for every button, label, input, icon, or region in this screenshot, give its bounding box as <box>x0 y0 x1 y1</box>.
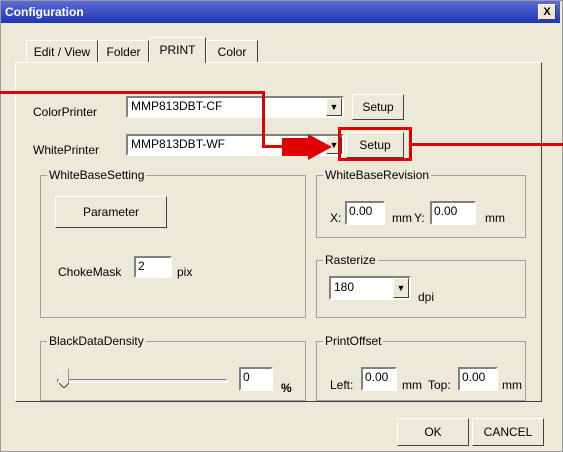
arrow-right-icon <box>282 134 332 160</box>
choke-mask-unit: pix <box>177 265 193 279</box>
offset-left-unit: mm <box>402 378 422 392</box>
chevron-down-icon[interactable]: ▼ <box>393 278 409 298</box>
highlight-box <box>338 127 412 161</box>
white-base-revision-title: WhiteBaseRevision <box>323 168 432 182</box>
annotation-line <box>412 143 563 146</box>
color-printer-select[interactable]: MMP813DBT-CF ▼ <box>126 96 344 118</box>
density-slider-thumb[interactable] <box>58 367 70 389</box>
annotation-line <box>262 91 265 148</box>
choke-mask-label: ChokeMask <box>58 265 122 279</box>
color-printer-label: ColorPrinter <box>33 105 98 119</box>
revision-y-label: Y: <box>414 211 425 225</box>
offset-top-input[interactable]: 0.00 <box>458 367 498 391</box>
tab-color[interactable]: Color <box>206 40 258 62</box>
window-title: Configuration <box>5 5 84 19</box>
white-printer-value: MMP813DBT-WF <box>131 137 226 151</box>
title-bar[interactable]: Configuration X <box>1 1 560 23</box>
offset-top-label: Top: <box>428 378 451 392</box>
offset-left-input[interactable]: 0.00 <box>361 367 397 391</box>
tab-edit-view[interactable]: Edit / View <box>26 40 98 62</box>
rasterize-select[interactable]: 180 ▼ <box>329 276 411 300</box>
choke-mask-input[interactable]: 2 <box>134 256 172 278</box>
black-data-density-title: BlackDataDensity <box>47 334 146 348</box>
offset-top-unit: mm <box>502 378 522 392</box>
offset-left-label: Left: <box>330 378 354 392</box>
white-printer-label: WhitePrinter <box>33 143 100 157</box>
density-input[interactable]: 0 <box>239 367 273 391</box>
density-unit: % <box>281 381 292 395</box>
cancel-button[interactable]: CANCEL <box>472 418 544 446</box>
color-printer-value: MMP813DBT-CF <box>131 99 223 113</box>
revision-x-unit: mm <box>392 211 412 225</box>
revision-x-label: X: <box>330 211 342 225</box>
white-base-setting-title: WhiteBaseSetting <box>47 168 147 182</box>
annotation-line <box>0 91 265 94</box>
revision-y-input[interactable]: 0.00 <box>430 201 476 225</box>
tab-folder[interactable]: Folder <box>98 40 149 62</box>
ok-button[interactable]: OK <box>397 418 469 446</box>
rasterize-unit: dpi <box>418 290 435 304</box>
close-button[interactable]: X <box>538 4 556 20</box>
rasterize-value: 180 <box>334 280 355 294</box>
revision-x-input[interactable]: 0.00 <box>345 201 385 225</box>
color-printer-setup-button[interactable]: Setup <box>352 94 404 120</box>
chevron-down-icon[interactable]: ▼ <box>326 98 342 116</box>
revision-y-unit: mm <box>485 211 505 225</box>
density-slider-track[interactable] <box>57 379 227 383</box>
print-offset-title: PrintOffset <box>323 334 384 348</box>
rasterize-title: Rasterize <box>323 253 378 267</box>
tab-print[interactable]: PRINT <box>149 37 206 63</box>
parameter-button[interactable]: Parameter <box>55 196 167 228</box>
